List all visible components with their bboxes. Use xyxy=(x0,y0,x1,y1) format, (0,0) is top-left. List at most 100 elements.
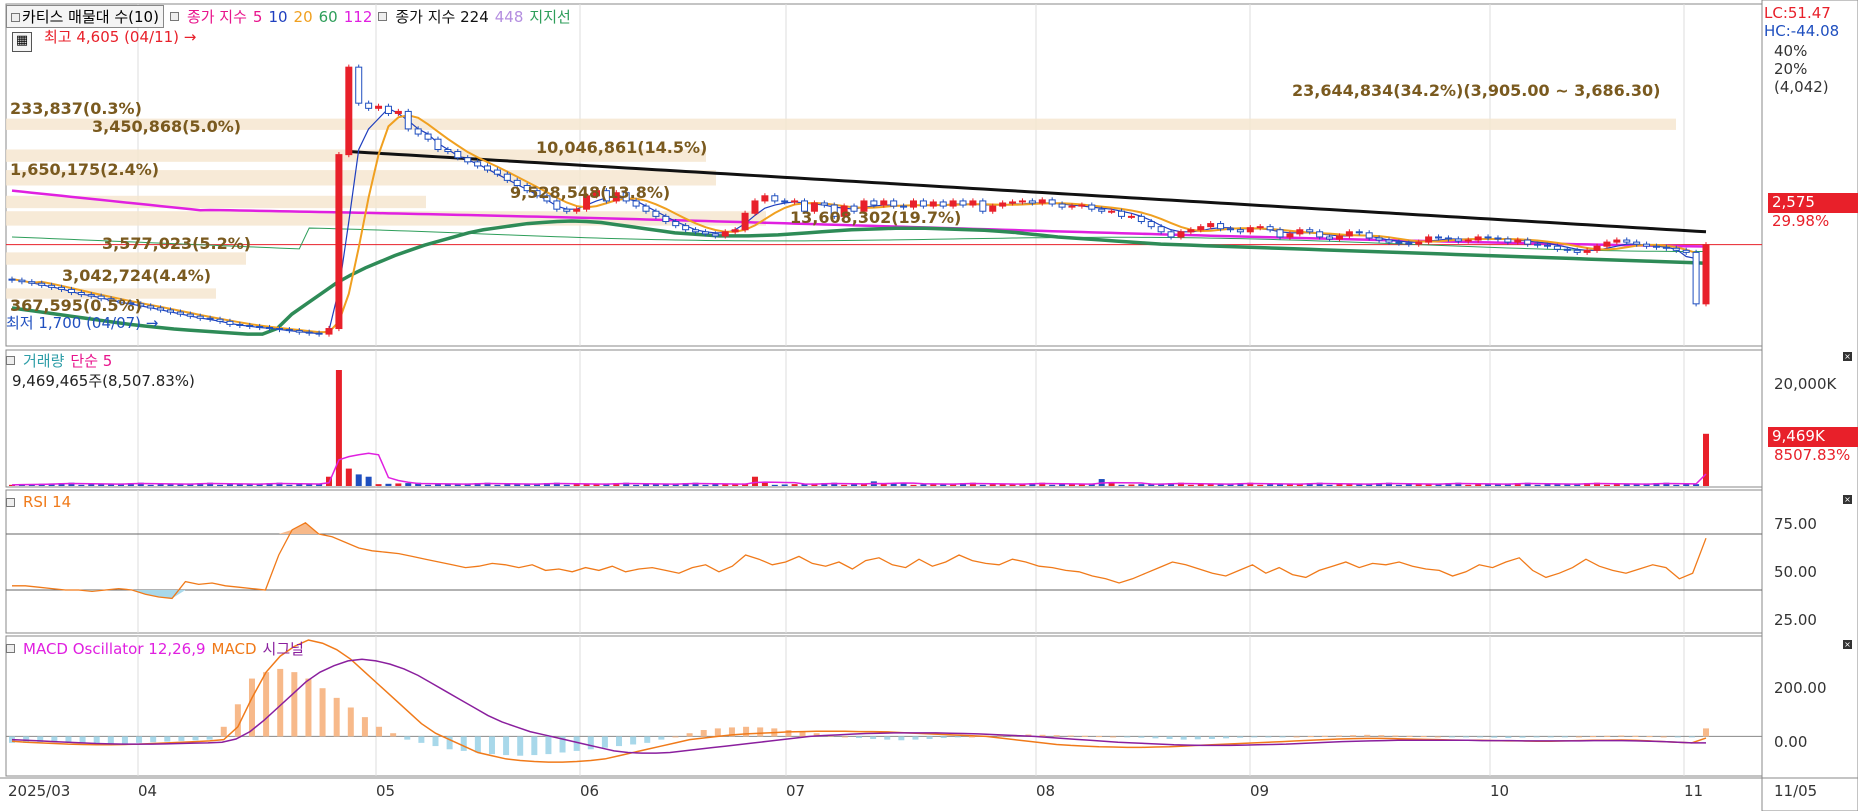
volume-bar xyxy=(504,484,511,486)
candle-body xyxy=(424,133,432,140)
macd-oscillator-bar xyxy=(1392,735,1399,737)
candle-body xyxy=(1464,239,1472,242)
close-icon[interactable]: × xyxy=(1843,352,1852,361)
candle-body xyxy=(1345,231,1353,237)
macd-oscillator-bar xyxy=(1095,736,1102,738)
candle-body xyxy=(246,324,254,327)
candle-body xyxy=(176,311,184,315)
candle-body xyxy=(989,205,997,212)
toggle-icon[interactable] xyxy=(11,13,20,22)
current-volume-pct: 8507.83% xyxy=(1774,446,1851,464)
volume-bar xyxy=(573,484,580,486)
volume-bar xyxy=(395,483,402,486)
candle-body xyxy=(355,66,363,104)
candle-body xyxy=(761,195,769,202)
macd-oscillator-bar xyxy=(884,736,891,740)
macd-oscillator-bar xyxy=(1448,736,1455,738)
volume-bar xyxy=(989,484,996,486)
candle-body xyxy=(1028,200,1036,204)
candle-body xyxy=(335,154,343,330)
candle-body xyxy=(1652,245,1660,248)
macd-oscillator-bar xyxy=(1575,736,1582,738)
macd-title: MACD Oscillator 12,26,9 xyxy=(23,639,206,658)
candle-body xyxy=(1662,246,1670,249)
candle-body xyxy=(1514,239,1522,243)
candle-body xyxy=(305,331,313,334)
candle-body xyxy=(741,212,749,231)
candle-body xyxy=(1395,241,1403,244)
price-legend: 카티스 매물대 수(10) 종가 지수 5 10 20 60 112 종가 지수… xyxy=(6,5,571,28)
macd-oscillator-bar xyxy=(1350,735,1357,737)
volume-bar xyxy=(761,482,768,486)
volume-bar xyxy=(157,484,164,486)
indicator-title-box[interactable]: 카티스 매물대 수(10) xyxy=(6,5,164,28)
volume-bar xyxy=(296,484,303,486)
macd-oscillator-bar xyxy=(503,736,510,756)
volume-bar xyxy=(563,484,570,486)
toggle-icon[interactable] xyxy=(6,497,15,507)
macd-oscillator-bar xyxy=(1674,736,1681,738)
macd-oscillator-bar xyxy=(1194,736,1201,740)
lc-label: LC:51.47 xyxy=(1764,4,1831,22)
macd-oscillator-bar xyxy=(1321,735,1328,737)
volume-bar xyxy=(712,484,719,486)
candle-body xyxy=(196,315,204,319)
toggle-icon[interactable] xyxy=(169,12,179,21)
macd-oscillator-bar xyxy=(404,736,411,740)
macd-oscillator-bar xyxy=(870,736,877,739)
macd-oscillator-bar xyxy=(1604,735,1611,737)
macd-oscillator-bar xyxy=(912,736,919,740)
candle-body xyxy=(1553,245,1561,250)
volume-bar xyxy=(1673,484,1680,486)
toggle-icon[interactable] xyxy=(6,644,15,653)
candle-body xyxy=(375,105,383,109)
candle-body xyxy=(1266,226,1274,231)
candle-body xyxy=(1326,236,1334,240)
rsi-tick: 75.00 xyxy=(1774,515,1817,533)
volume-bar xyxy=(1703,433,1709,486)
macd-oscillator-bar xyxy=(263,672,270,737)
x-tick: 05 xyxy=(376,782,396,800)
volume-bar xyxy=(375,484,382,486)
grid-table-icon[interactable]: ▦ xyxy=(12,32,32,52)
volume-bar xyxy=(1049,484,1056,486)
macd-oscillator-bar xyxy=(1406,735,1413,737)
candle-body xyxy=(1633,241,1641,245)
candle-body xyxy=(642,205,650,212)
candle-body xyxy=(880,200,888,206)
x-tick: 10 xyxy=(1490,782,1510,800)
candle-body xyxy=(791,200,799,203)
ma-series-label: 종가 지수 xyxy=(186,8,247,26)
volume-bar xyxy=(1118,484,1125,486)
candle-body xyxy=(1187,229,1195,233)
close-icon[interactable]: × xyxy=(1843,495,1852,504)
candle-body xyxy=(1355,231,1363,234)
macd-oscillator-bar xyxy=(347,707,354,737)
macd-oscillator-bar xyxy=(714,728,721,737)
candle-body xyxy=(18,279,26,283)
close-icon[interactable]: × xyxy=(1843,640,1852,649)
candle-body xyxy=(484,165,492,171)
toggle-icon[interactable] xyxy=(378,12,388,21)
macd-oscillator-bar xyxy=(291,672,298,737)
macd-oscillator-bar xyxy=(841,736,848,738)
candle-body xyxy=(1127,215,1135,218)
x-tick: 09 xyxy=(1250,782,1270,800)
candle-body xyxy=(434,138,442,150)
macd-oscillator-bar xyxy=(333,697,340,737)
volume-bar xyxy=(910,484,917,486)
candle-body xyxy=(8,278,16,281)
macd-oscillator-bar xyxy=(121,736,128,744)
macd-oscillator-bar xyxy=(898,736,905,741)
volume-bar xyxy=(405,483,412,486)
toggle-icon[interactable] xyxy=(6,356,15,365)
candle-body xyxy=(1405,242,1413,245)
ma5-label: 5 xyxy=(252,7,263,26)
x-tick: 04 xyxy=(138,782,158,800)
macd-oscillator-bar xyxy=(587,736,594,750)
panel-frame xyxy=(5,349,1763,488)
volume-readout: 9,469,465주(8,507.83%) xyxy=(12,372,195,390)
macd-oscillator-bar xyxy=(1703,728,1709,737)
high-label: 최고 4,605 (04/11) → xyxy=(44,28,197,46)
volume-bar xyxy=(1683,484,1690,486)
